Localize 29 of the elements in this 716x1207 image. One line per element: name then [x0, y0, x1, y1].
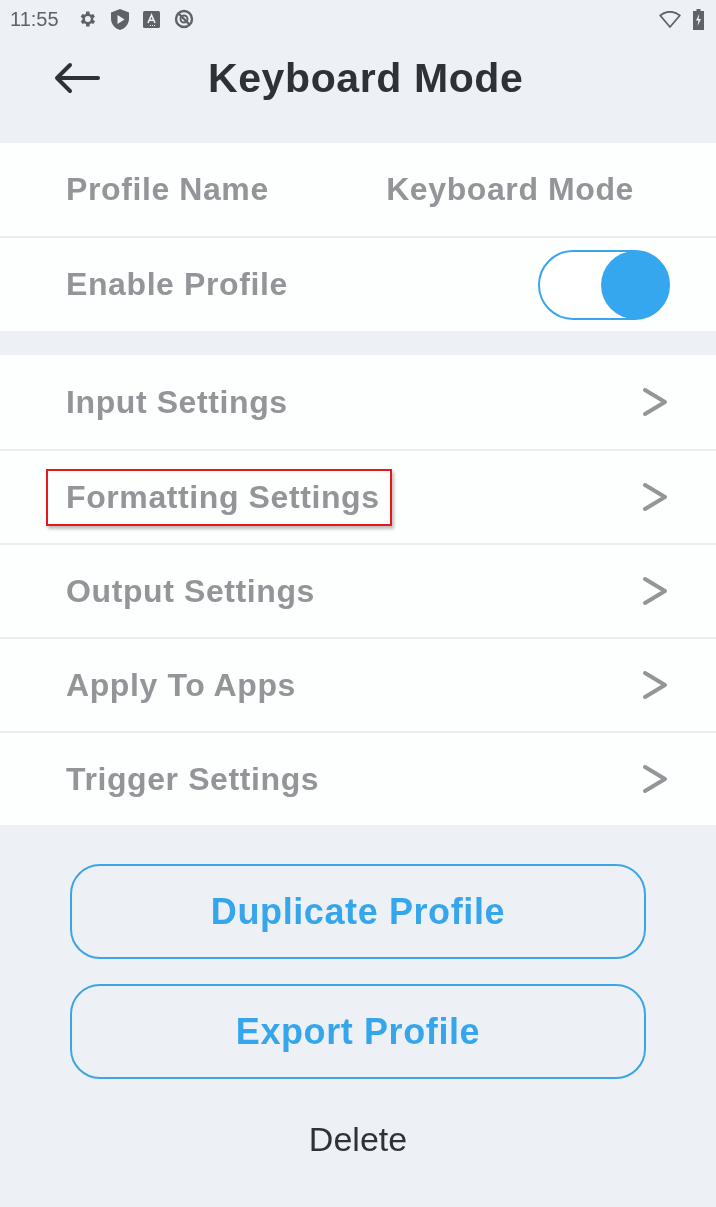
settings-row[interactable]: Output Settings — [0, 543, 716, 637]
enable-profile-label: Enable Profile — [66, 266, 288, 303]
settings-label: Trigger Settings — [66, 760, 320, 798]
shield-play-icon — [110, 8, 129, 30]
chevron-right-icon — [642, 482, 668, 512]
outlined-button[interactable]: Export Profile — [70, 984, 646, 1079]
settings-row[interactable]: Trigger Settings — [0, 731, 716, 825]
profile-name-label: Profile Name — [66, 171, 269, 208]
battery-charging-icon — [693, 8, 704, 30]
profile-name-value: Keyboard Mode — [386, 171, 634, 208]
chevron-right-icon — [642, 670, 668, 700]
font-box-icon — [142, 10, 160, 28]
settings-label: Input Settings — [66, 383, 288, 421]
settings-label: Output Settings — [66, 572, 315, 610]
screen-title: Keyboard Mode — [208, 54, 524, 102]
settings-label: Apply To Apps — [66, 666, 296, 704]
settings-row[interactable]: Formatting Settings — [0, 449, 716, 543]
text-button[interactable]: Delete — [288, 1104, 428, 1175]
wifi-icon — [659, 10, 681, 28]
settings-label: Formatting Settings — [66, 478, 380, 516]
settings-row[interactable]: Apply To Apps — [0, 637, 716, 731]
status-time: 11:55 — [10, 7, 59, 31]
outlined-button[interactable]: Duplicate Profile — [70, 864, 646, 959]
back-arrow-icon — [54, 62, 100, 94]
blocked-circle-icon — [173, 9, 194, 29]
chevron-right-icon — [642, 576, 668, 606]
settings-row[interactable]: Input Settings — [0, 355, 716, 449]
chevron-right-icon — [642, 764, 668, 794]
chevron-right-icon — [642, 387, 668, 417]
